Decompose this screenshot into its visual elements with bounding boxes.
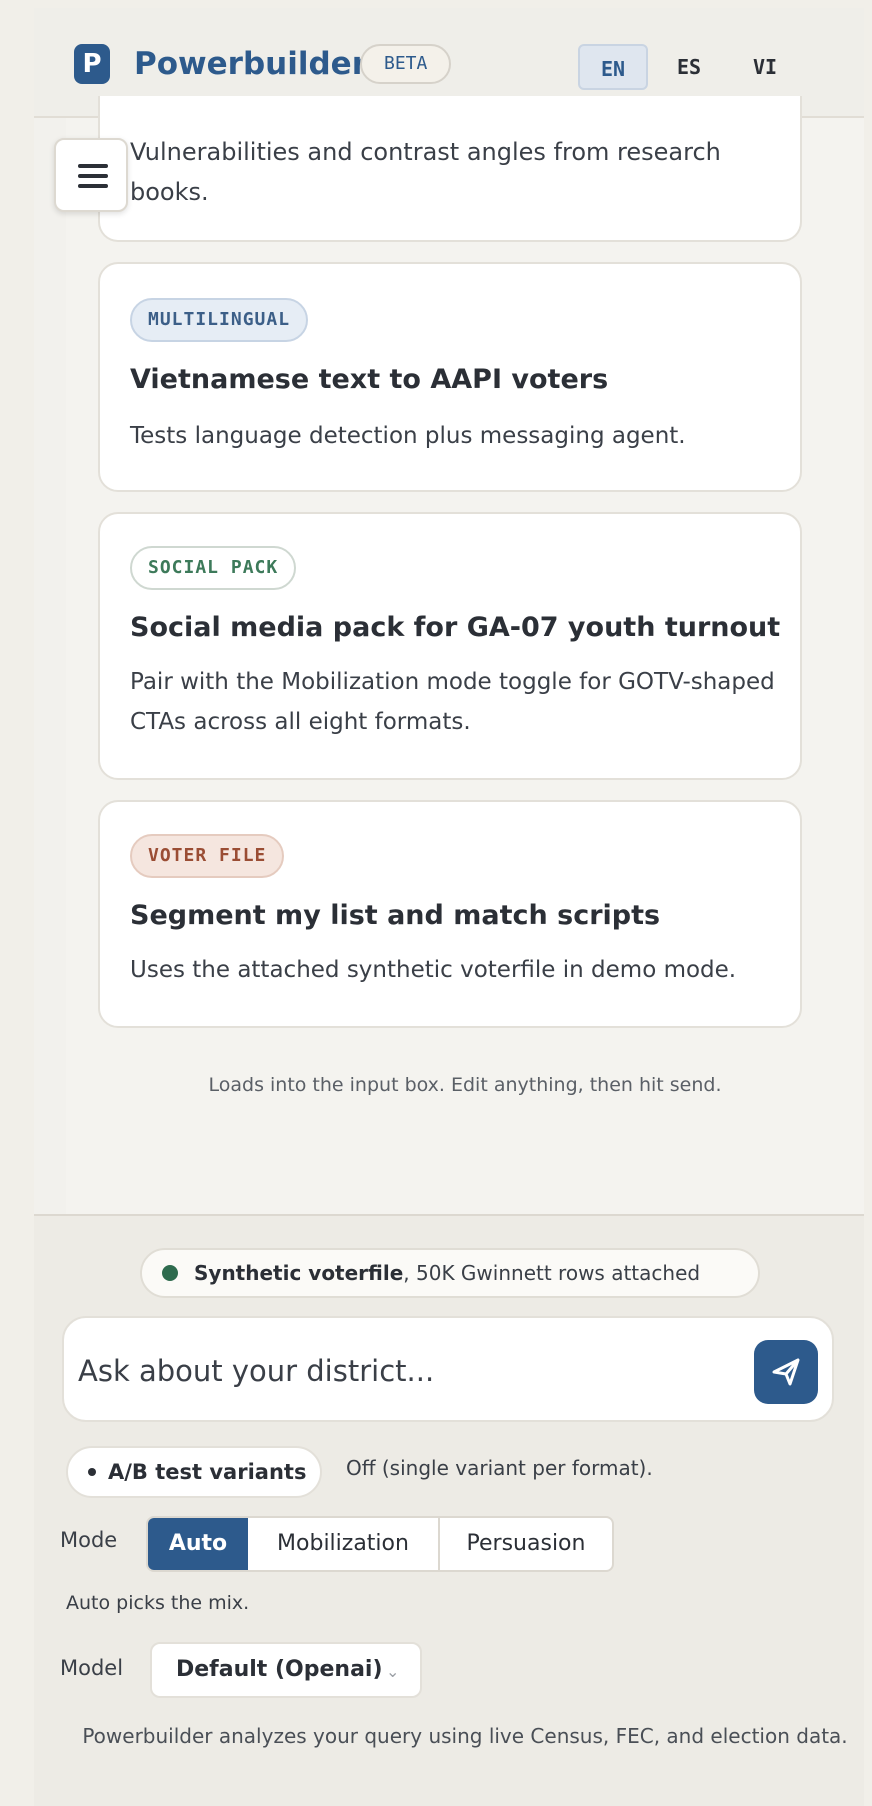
- status-dot-icon: [162, 1265, 178, 1281]
- chevron-down-icon: ⌄: [386, 1662, 400, 1681]
- suggestion-card-social-pack[interactable]: SOCIAL PACK Social media pack for GA-07 …: [98, 512, 802, 780]
- attachment-name: Synthetic voterfile: [194, 1261, 404, 1285]
- send-icon: [772, 1358, 800, 1386]
- card-description: Tests language detection plus messaging …: [130, 423, 686, 449]
- brand-name[interactable]: Powerbuilder: [134, 44, 367, 84]
- hamburger-icon: [78, 164, 108, 168]
- card-description: Vulnerabilities and contrast angles from…: [130, 138, 721, 206]
- query-input-box[interactable]: [62, 1316, 834, 1422]
- beta-badge: BETA: [360, 44, 452, 84]
- hamburger-icon: [78, 174, 108, 178]
- suggestion-card-research[interactable]: Vulnerabilities and contrast angles from…: [98, 96, 802, 242]
- model-select[interactable]: Default (Openai) ⌄: [150, 1642, 422, 1698]
- logo-icon: P: [74, 44, 110, 84]
- mode-option-persuasion[interactable]: Persuasion: [440, 1518, 612, 1570]
- mode-note: Auto picks the mix.: [66, 1592, 250, 1614]
- card-title: Social media pack for GA-07 youth turnou…: [130, 612, 781, 643]
- hamburger-icon: [78, 184, 108, 188]
- menu-button[interactable]: [54, 138, 128, 212]
- mode-option-mobilization[interactable]: Mobilization: [248, 1518, 440, 1570]
- card-title: Vietnamese text to AAPI voters: [130, 364, 609, 395]
- attachment-detail: , 50K Gwinnett rows attached: [403, 1261, 701, 1285]
- tag-badge: VOTER FILE: [130, 834, 285, 878]
- mode-segmented-control: Auto Mobilization Persuasion: [146, 1516, 614, 1572]
- suggestion-card-voter-file[interactable]: VOTER FILE Segment my list and match scr…: [98, 800, 802, 1028]
- model-label: Model: [60, 1656, 124, 1680]
- tag-badge: SOCIAL PACK: [130, 546, 297, 590]
- card-description: Uses the attached synthetic voterfile in…: [130, 957, 737, 983]
- ab-test-label: A/B test variants: [108, 1460, 307, 1484]
- mode-option-auto[interactable]: Auto: [148, 1518, 248, 1570]
- send-button[interactable]: [754, 1340, 818, 1404]
- attachment-pill[interactable]: Synthetic voterfile, 50K Gwinnett rows a…: [140, 1248, 760, 1298]
- mode-label: Mode: [60, 1528, 118, 1552]
- model-selected-value: Default (Openai): [176, 1657, 383, 1682]
- bullet-icon: [88, 1468, 96, 1476]
- language-en-button[interactable]: EN: [578, 44, 648, 90]
- footer-disclaimer: Powerbuilder analyzes your query using l…: [82, 1724, 848, 1748]
- tag-badge: MULTILINGUAL: [130, 298, 309, 342]
- language-vi-button[interactable]: VI: [740, 44, 790, 90]
- card-description: Pair with the Mobilization mode toggle f…: [130, 669, 775, 735]
- suggestion-card-multilingual[interactable]: MULTILINGUAL Vietnamese text to AAPI vot…: [98, 262, 802, 492]
- language-es-button[interactable]: ES: [664, 44, 714, 90]
- ab-test-status: Off (single variant per format).: [346, 1456, 653, 1480]
- ab-test-toggle[interactable]: A/B test variants: [66, 1446, 322, 1498]
- card-title: Segment my list and match scripts: [130, 900, 661, 931]
- query-input[interactable]: [78, 1344, 718, 1398]
- suggestion-hint: Loads into the input box. Edit anything,…: [208, 1074, 722, 1096]
